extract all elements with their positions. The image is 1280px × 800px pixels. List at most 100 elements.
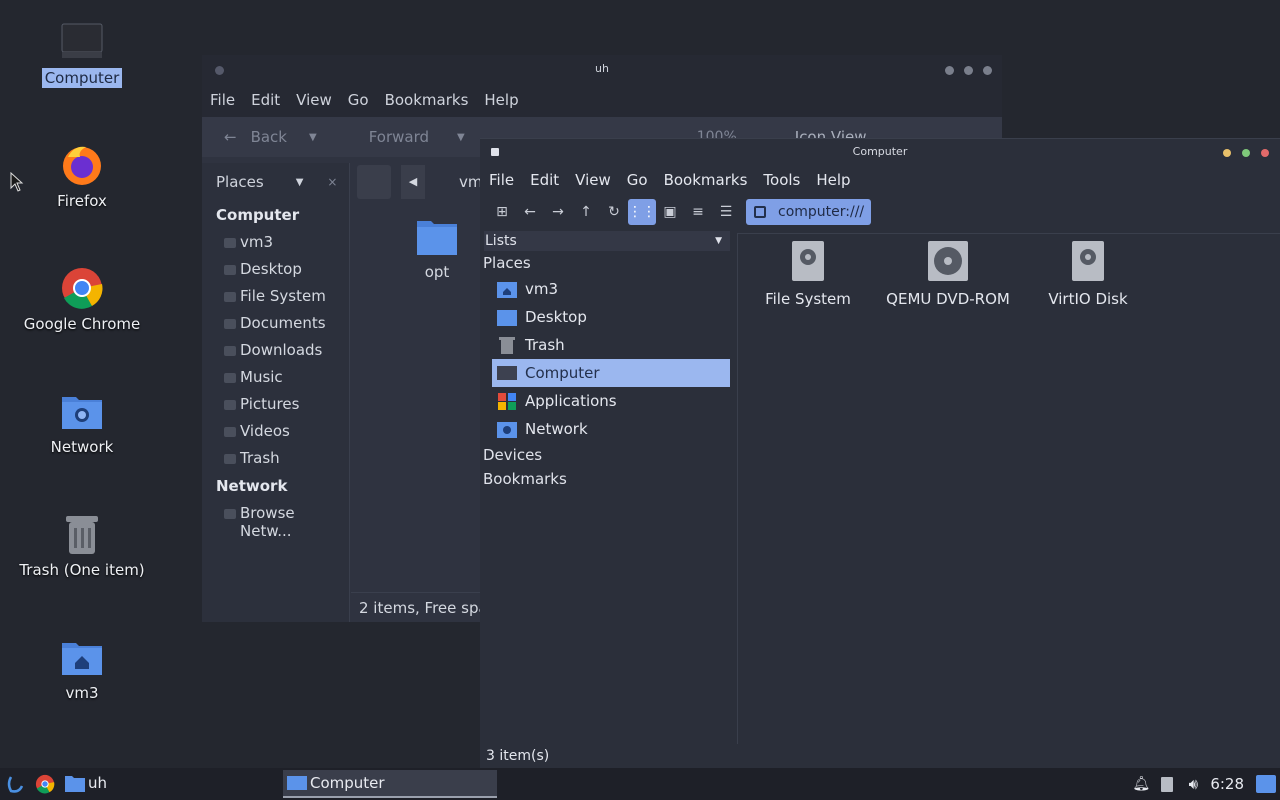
sidebar-item-file-system[interactable]: File System <box>202 283 349 310</box>
sidebar-item-vm3[interactable]: vm3 <box>492 275 730 303</box>
compact-view-icon[interactable]: ≡ <box>684 199 712 225</box>
icon-view-grid-icon[interactable]: ⋮⋮ <box>628 199 656 225</box>
path-crumb[interactable]: vm <box>459 173 483 191</box>
menu-edit[interactable]: Edit <box>251 91 280 109</box>
detailed-list-view-icon[interactable]: ☰ <box>712 199 740 225</box>
drive-view[interactable]: File System QEMU DVD-ROM VirtIO Disk <box>737 233 1280 744</box>
menu-tools[interactable]: Tools <box>763 171 800 189</box>
desktop-icon-network[interactable]: Network <box>7 389 157 457</box>
drive-item-file-system[interactable]: File System <box>738 240 878 308</box>
desktop-icon-computer[interactable]: Computer <box>7 20 157 88</box>
desktop-icon-home[interactable]: vm3 <box>7 635 157 703</box>
sidebar-item-downloads[interactable]: Downloads <box>202 337 349 364</box>
menu-edit[interactable]: Edit <box>530 171 559 189</box>
sidebar-section-bookmarks[interactable]: Bookmarks <box>480 467 736 491</box>
window-titlebar[interactable]: Computer <box>480 139 1280 165</box>
taskbar: uh Computer 🔔︎ 🔊︎ 6:28 <box>0 768 1280 800</box>
path-bar-toggle[interactable] <box>357 165 391 199</box>
sidebar-item-vm3[interactable]: vm3 <box>202 229 349 256</box>
maximize-button[interactable] <box>964 66 973 75</box>
optical-drive-icon <box>928 241 968 281</box>
trash-icon <box>224 454 236 464</box>
home-folder-icon <box>497 282 517 298</box>
close-button[interactable] <box>983 66 992 75</box>
sidebar-item-desktop[interactable]: Desktop <box>202 256 349 283</box>
menu-file[interactable]: File <box>210 91 235 109</box>
sidebar-item-browse-network[interactable]: Browse Netw... <box>202 500 349 540</box>
drive-item-qemu-dvd-rom[interactable]: QEMU DVD-ROM <box>878 240 1018 308</box>
sidebar-item-desktop[interactable]: Desktop <box>492 303 730 331</box>
minimize-button[interactable] <box>945 66 954 75</box>
sidebar-item-label: Downloads <box>240 341 323 359</box>
thumbnail-view-icon[interactable]: ▣ <box>656 199 684 225</box>
file-item[interactable]: opt <box>407 217 467 281</box>
sidebar-item-label: Computer <box>525 364 600 382</box>
sidebar-item-trash[interactable]: Trash <box>492 331 730 359</box>
menu-go[interactable]: Go <box>348 91 369 109</box>
menu-bookmarks[interactable]: Bookmarks <box>664 171 748 189</box>
trash-icon <box>499 337 515 354</box>
forward-button[interactable]: Forward <box>369 128 429 146</box>
launcher-file-manager[interactable]: uh <box>65 774 107 792</box>
window-titlebar[interactable]: uh <box>202 55 1002 83</box>
notification-bell-icon[interactable]: 🔔︎ <box>1128 776 1154 792</box>
menu-help[interactable]: Help <box>816 171 850 189</box>
taskbar-window-computer[interactable]: Computer <box>283 770 497 798</box>
desktop-icon-label: Google Chrome <box>23 315 141 333</box>
sidebar-item-trash[interactable]: Trash <box>202 445 349 472</box>
sidebar-item-computer[interactable]: Computer <box>492 359 730 387</box>
start-menu-icon[interactable] <box>5 774 25 794</box>
sidebar-section-devices[interactable]: Devices <box>480 443 736 467</box>
show-desktop-icon[interactable] <box>1256 775 1276 793</box>
menubar: File Edit View Go Bookmarks Help <box>202 83 1002 117</box>
window-menu-icon[interactable] <box>215 66 224 75</box>
menu-go[interactable]: Go <box>627 171 648 189</box>
menu-help[interactable]: Help <box>484 91 518 109</box>
menu-bookmarks[interactable]: Bookmarks <box>385 91 469 109</box>
chevron-down-icon[interactable]: ▼ <box>715 236 722 246</box>
back-button[interactable]: Back <box>251 128 287 146</box>
sidebar-lists-header[interactable]: Lists ▼ <box>484 231 730 251</box>
drive-item-virtio-disk[interactable]: VirtIO Disk <box>1018 240 1158 308</box>
desktop-icon-chrome[interactable]: Google Chrome <box>7 266 157 334</box>
desktop-icon-firefox[interactable]: Firefox <box>7 143 157 211</box>
close-icon[interactable]: × <box>327 175 337 189</box>
system-tray: 🔔︎ 🔊︎ 6:28 <box>1128 768 1280 800</box>
new-tab-icon[interactable]: ⊞ <box>488 199 516 225</box>
minimize-button[interactable] <box>1223 149 1231 157</box>
back-arrow-icon[interactable]: ← <box>516 199 544 225</box>
up-arrow-icon[interactable]: ↑ <box>572 199 600 225</box>
sidebar-item-documents[interactable]: Documents <box>202 310 349 337</box>
maximize-button[interactable] <box>1242 149 1250 157</box>
chevron-down-icon[interactable]: ▼ <box>309 132 317 143</box>
volume-icon[interactable]: 🔊︎ <box>1180 775 1206 793</box>
sidebar-item-music[interactable]: Music <box>202 364 349 391</box>
sidebar-item-network[interactable]: Network <box>492 415 730 443</box>
location-bar[interactable]: computer:/// <box>746 199 871 225</box>
menu-view[interactable]: View <box>296 91 332 109</box>
menu-view[interactable]: View <box>575 171 611 189</box>
sidebar: Lists ▼ Places vm3 Desktop Trash Compute… <box>480 231 736 744</box>
forward-arrow-icon[interactable]: → <box>544 199 572 225</box>
sidebar-header[interactable]: Places ▼ × <box>202 163 349 201</box>
close-button[interactable] <box>1261 149 1269 157</box>
sidebar-section-places[interactable]: Places <box>480 251 736 275</box>
folder-icon <box>224 319 236 329</box>
menu-file[interactable]: File <box>489 171 514 189</box>
trash-icon <box>66 516 98 554</box>
sidebar-item-videos[interactable]: Videos <box>202 418 349 445</box>
chevron-down-icon[interactable]: ▼ <box>457 132 465 143</box>
desktop-icon-trash[interactable]: Trash (One item) <box>7 512 157 580</box>
sidebar-item-pictures[interactable]: Pictures <box>202 391 349 418</box>
window-menu-icon[interactable] <box>491 148 499 156</box>
status-bar: 3 item(s) <box>486 748 550 764</box>
reload-icon[interactable]: ↻ <box>600 199 628 225</box>
clipboard-icon[interactable] <box>1154 776 1180 792</box>
clock[interactable]: 6:28 <box>1210 775 1244 793</box>
chevron-down-icon[interactable]: ▼ <box>296 177 304 188</box>
file-manager-window-computer[interactable]: Computer File Edit View Go Bookmarks Too… <box>480 138 1280 768</box>
path-left-arrow-icon[interactable]: ◀ <box>401 165 425 199</box>
chrome-icon[interactable] <box>35 774 55 794</box>
sidebar-item-applications[interactable]: Applications <box>492 387 730 415</box>
sidebar-item-label: Desktop <box>240 260 302 278</box>
